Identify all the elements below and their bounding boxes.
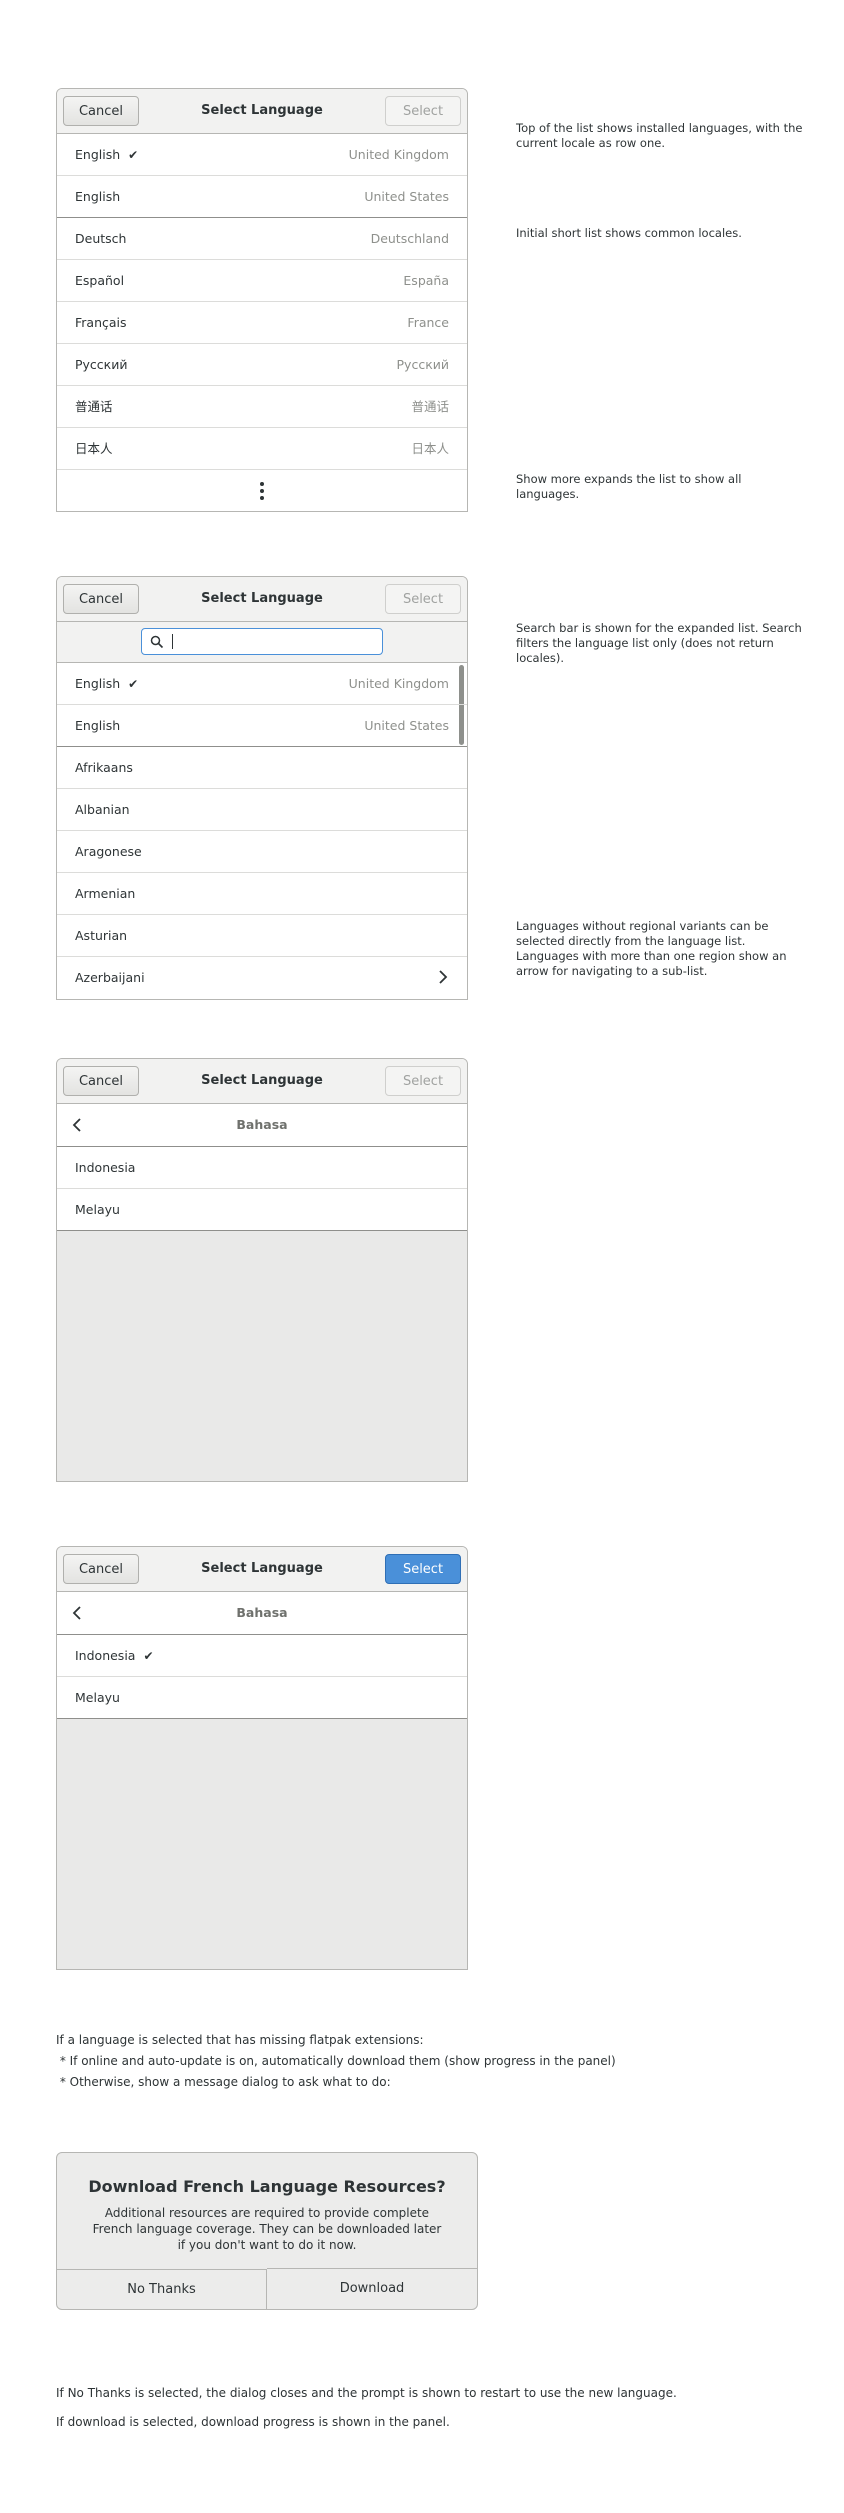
region-label: Русский — [396, 357, 449, 372]
footer-download: If download is selected, download progre… — [56, 2415, 450, 2429]
language-row[interactable]: Русский Русский — [57, 344, 467, 386]
annotation-short-list: Initial short list shows common locales. — [516, 226, 742, 240]
language-label: Asturian — [75, 928, 128, 943]
language-row[interactable]: English ✔ United Kingdom — [57, 663, 467, 705]
language-label: Armenian — [75, 886, 136, 901]
sublist-title: Bahasa — [236, 1117, 288, 1132]
modal-title: Download French Language Resources? — [88, 2177, 446, 2196]
download-button[interactable]: Download — [267, 2268, 477, 2309]
language-label: 普通话 — [75, 399, 113, 414]
flatpak-bullet-2: * Otherwise, show a message dialog to as… — [56, 2075, 391, 2089]
language-row[interactable]: Albanian — [57, 789, 467, 831]
language-row[interactable]: Français France — [57, 302, 467, 344]
more-vertical-icon — [260, 482, 264, 500]
language-label: Albanian — [75, 802, 130, 817]
check-icon: ✔ — [128, 677, 139, 691]
search-bar — [57, 622, 467, 663]
region-row-label: Indonesia — [75, 1648, 136, 1663]
annotation-installed: Top of the list shows installed language… — [516, 121, 803, 150]
back-row[interactable]: Bahasa — [57, 1104, 467, 1147]
region-label: 普通话 — [411, 399, 449, 414]
language-row[interactable]: 普通话 普通话 — [57, 386, 467, 428]
language-row[interactable]: English United States — [57, 176, 467, 218]
region-row-label: Melayu — [75, 1690, 120, 1705]
flatpak-intro: If a language is selected that has missi… — [56, 2033, 424, 2047]
no-thanks-button[interactable]: No Thanks — [57, 2269, 267, 2309]
language-label: Azerbaijani — [75, 970, 145, 985]
text-cursor — [172, 634, 173, 649]
dialog-header: Select Language Cancel Select — [57, 577, 467, 622]
empty-area — [57, 1719, 467, 1969]
language-row[interactable]: Azerbaijani — [57, 957, 467, 999]
annotation-search: Search bar is shown for the expanded lis… — [516, 621, 802, 665]
region-label: United Kingdom — [348, 147, 449, 162]
region-label: Deutschland — [370, 231, 449, 246]
modal-body: Additional resources are required to pro… — [92, 2206, 442, 2252]
region-row[interactable]: Melayu — [57, 1677, 467, 1719]
cancel-button[interactable]: Cancel — [63, 1066, 139, 1096]
footer-no-thanks: If No Thanks is selected, the dialog clo… — [56, 2386, 677, 2400]
dialog-header: Select Language Cancel Select — [57, 89, 467, 134]
region-label: España — [403, 273, 449, 288]
language-label: Français — [75, 315, 127, 330]
cancel-button[interactable]: Cancel — [63, 584, 139, 614]
sublist-title: Bahasa — [236, 1605, 288, 1620]
language-row[interactable]: Asturian — [57, 915, 467, 957]
region-label: 日本人 — [411, 441, 449, 456]
language-label: Español — [75, 273, 125, 288]
language-label: Aragonese — [75, 844, 142, 859]
empty-area — [57, 1231, 467, 1481]
language-row[interactable]: Aragonese — [57, 831, 467, 873]
back-row[interactable]: Bahasa — [57, 1592, 467, 1635]
language-row[interactable]: Deutsch Deutschland — [57, 218, 467, 260]
annotation-regional: Languages without regional variants can … — [516, 919, 787, 978]
language-dialog-sublist-selected: Select Language Cancel Select Bahasa Ind… — [56, 1546, 468, 1970]
select-button[interactable]: Select — [385, 1066, 461, 1096]
language-row[interactable]: English United States — [57, 705, 467, 747]
select-button[interactable]: Select — [385, 1554, 461, 1584]
download-resources-dialog: Download French Language Resources? Addi… — [56, 2152, 478, 2310]
region-label: United States — [364, 189, 449, 204]
language-row[interactable]: Español España — [57, 260, 467, 302]
language-label: English — [75, 189, 121, 204]
search-icon — [150, 635, 164, 649]
language-dialog-short-list: Select Language Cancel Select English ✔ U… — [56, 88, 468, 512]
region-label: France — [407, 315, 449, 330]
annotation-show-more: Show more expands the list to show all l… — [516, 472, 742, 501]
chevron-right-icon — [439, 970, 448, 984]
language-row[interactable]: Armenian — [57, 873, 467, 915]
dialog-header: Select Language Cancel Select — [57, 1059, 467, 1104]
language-label: Afrikaans — [75, 760, 133, 775]
flatpak-bullet-1: * If online and auto-update is on, autom… — [56, 2054, 616, 2068]
language-dialog-expanded-list: Select Language Cancel Select English ✔ U… — [56, 576, 468, 1000]
region-row-label: Indonesia — [75, 1160, 136, 1175]
cancel-button[interactable]: Cancel — [63, 96, 139, 126]
check-icon: ✔ — [143, 1649, 154, 1663]
language-row[interactable]: English ✔ United Kingdom — [57, 134, 467, 176]
cancel-button[interactable]: Cancel — [63, 1554, 139, 1584]
language-label: English — [75, 676, 121, 691]
language-label: 日本人 — [75, 441, 113, 456]
language-label: English — [75, 718, 121, 733]
search-input[interactable] — [141, 628, 383, 655]
language-label: Deutsch — [75, 231, 127, 246]
language-label: Русский — [75, 357, 128, 372]
language-row[interactable]: Afrikaans — [57, 747, 467, 789]
region-row[interactable]: Melayu — [57, 1189, 467, 1231]
check-icon: ✔ — [128, 148, 139, 162]
language-label: English — [75, 147, 121, 162]
region-label: United Kingdom — [348, 676, 449, 691]
language-dialog-sublist: Select Language Cancel Select Bahasa Ind… — [56, 1058, 468, 1482]
region-row-label: Melayu — [75, 1202, 120, 1217]
select-button[interactable]: Select — [385, 584, 461, 614]
region-row[interactable]: Indonesia ✔ — [57, 1635, 467, 1677]
region-label: United States — [364, 718, 449, 733]
language-row[interactable]: 日本人 日本人 — [57, 428, 467, 470]
select-button[interactable]: Select — [385, 96, 461, 126]
region-row[interactable]: Indonesia — [57, 1147, 467, 1189]
show-more-button[interactable] — [57, 470, 467, 511]
dialog-header: Select Language Cancel Select — [57, 1547, 467, 1592]
